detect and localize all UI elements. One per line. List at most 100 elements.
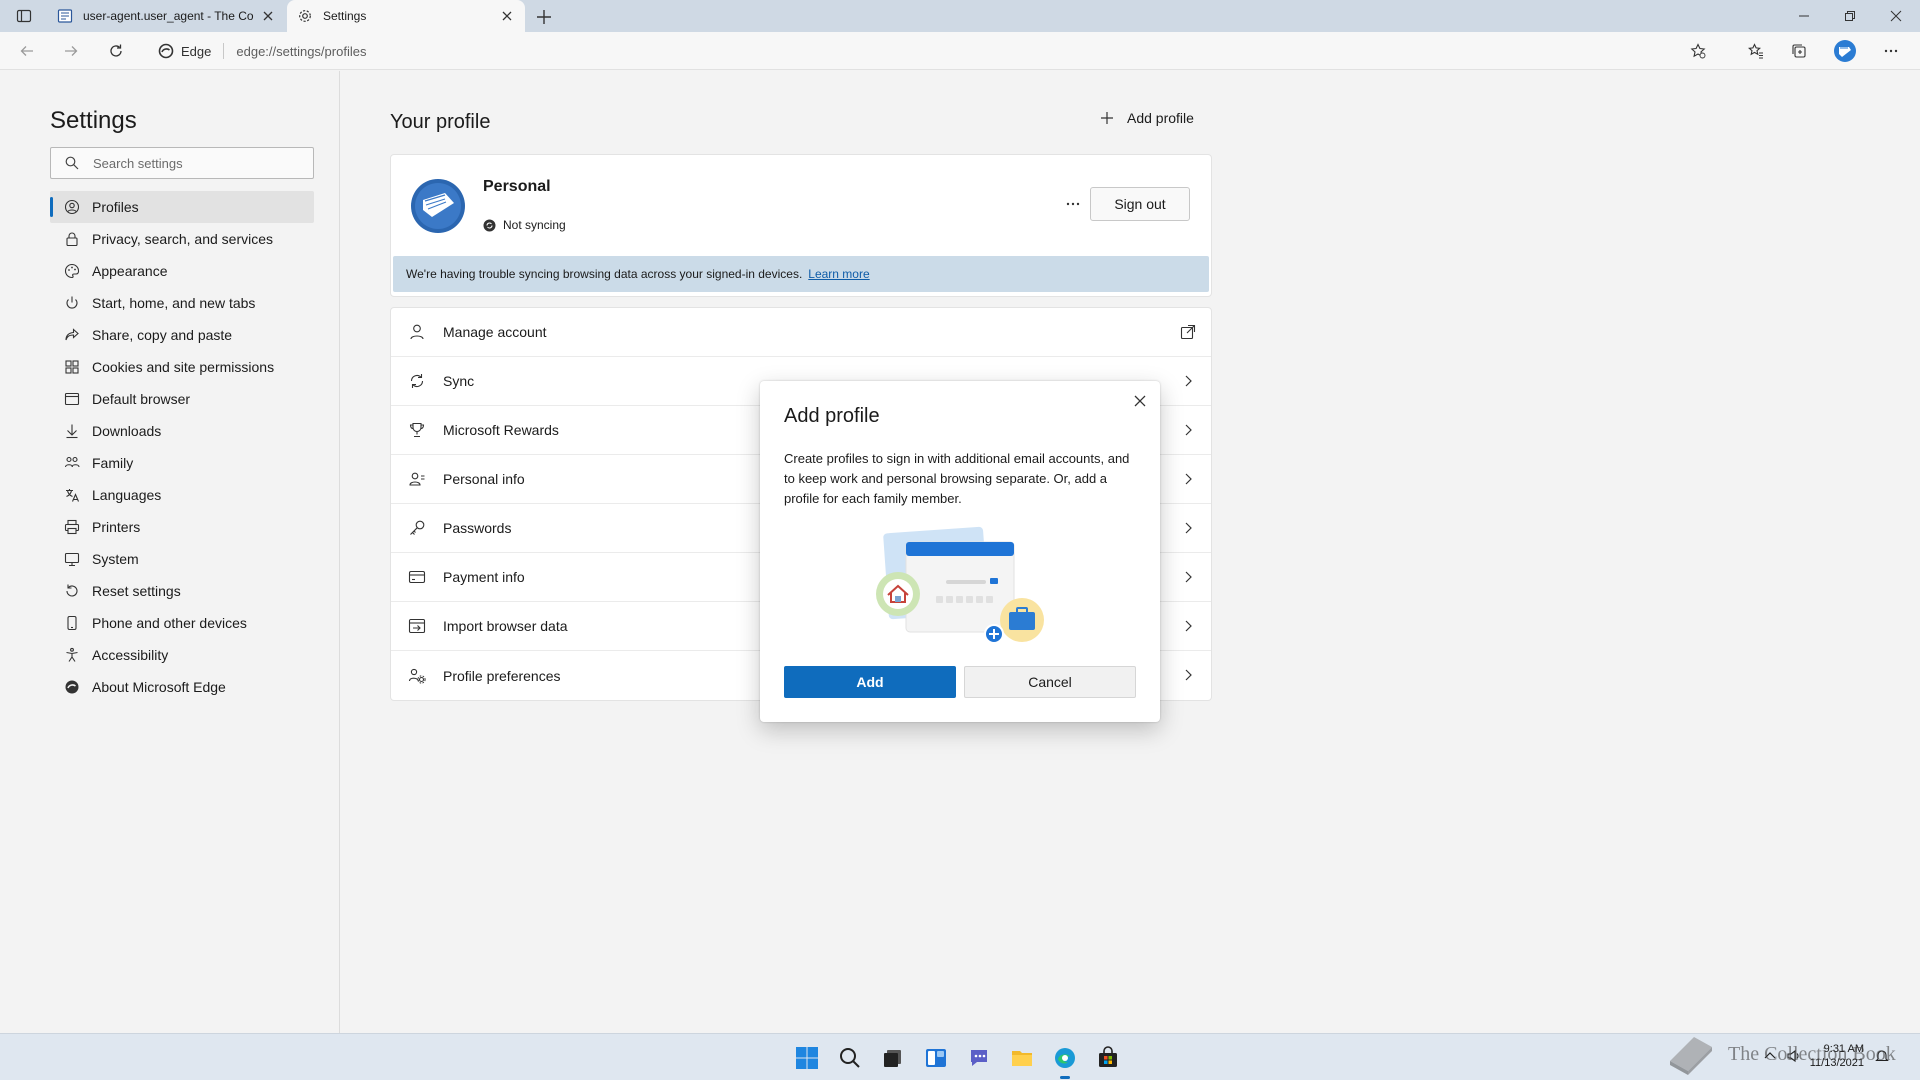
sidebar-item-downloads[interactable]: Downloads	[50, 415, 314, 447]
arrow-left-icon	[20, 46, 33, 56]
page-title: Your profile	[390, 111, 491, 133]
book-icon	[1670, 1037, 1712, 1075]
favorites-icon	[1748, 43, 1763, 59]
book-icon	[57, 9, 73, 23]
chevron-right-icon	[1185, 522, 1192, 534]
close-tab-icon[interactable]	[499, 8, 515, 24]
edge-icon	[65, 680, 79, 694]
sidebar-item-default-browser[interactable]: Default browser	[50, 383, 314, 415]
settings-search[interactable]	[50, 147, 314, 179]
search-input[interactable]	[93, 155, 293, 171]
sync-warning-text: We're having trouble syncing browsing da…	[406, 267, 803, 281]
sidebar-item-label: Printers	[92, 519, 141, 535]
sidebar-item-appearance[interactable]: Appearance	[50, 255, 314, 287]
edge-taskbar-button[interactable]	[1051, 1044, 1079, 1079]
widgets-button[interactable]	[922, 1044, 950, 1072]
site-label: Edge	[181, 43, 212, 59]
close-icon[interactable]	[1130, 391, 1150, 411]
address-bar[interactable]: Edge edge://settings/profiles	[148, 35, 1716, 67]
browser-icon	[64, 392, 80, 406]
add-favorite-icon[interactable]	[1690, 43, 1706, 59]
tab-settings[interactable]: Settings	[287, 0, 525, 32]
edge-icon	[158, 43, 174, 59]
refresh-button[interactable]	[104, 39, 128, 63]
start-button[interactable]	[793, 1044, 821, 1072]
refresh-icon	[110, 44, 122, 57]
forward-button[interactable]	[59, 39, 83, 63]
system-icon	[64, 552, 80, 567]
browser-toolbar: Edge edge://settings/profiles	[0, 32, 1920, 70]
close-tab-icon[interactable]	[260, 8, 276, 24]
sidebar-item-privacy[interactable]: Privacy, search, and services	[50, 223, 314, 255]
minimize-button[interactable]	[1781, 0, 1827, 32]
profile-card: Personal Not syncing Sign out We're havi…	[390, 154, 1212, 297]
family-icon	[64, 456, 80, 468]
grid-icon	[65, 360, 79, 374]
add-profile-button[interactable]: Add profile	[1099, 110, 1194, 126]
learn-more-link[interactable]: Learn more	[808, 267, 869, 281]
sync-status-text: Not syncing	[503, 218, 566, 232]
sidebar-item-share[interactable]: Share, copy and paste	[50, 319, 314, 351]
sidebar-item-languages[interactable]: Languages	[50, 479, 314, 511]
chevron-right-icon	[1185, 620, 1192, 632]
import-icon	[408, 618, 426, 634]
address-separator	[223, 43, 225, 59]
sidebar-item-phone[interactable]: Phone and other devices	[50, 607, 314, 639]
power-icon	[66, 296, 78, 309]
row-label: Personal info	[443, 471, 525, 487]
back-button[interactable]	[15, 39, 39, 63]
sidebar-item-label: Cookies and site permissions	[92, 359, 275, 375]
chevron-right-icon	[1185, 571, 1192, 583]
row-label: Passwords	[443, 520, 512, 536]
profile-more-button[interactable]	[1061, 192, 1085, 216]
contact-icon	[409, 472, 425, 486]
arrow-right-icon	[65, 46, 78, 56]
add-profile-illustration	[876, 526, 1044, 644]
sidebar-item-family[interactable]: Family	[50, 447, 314, 479]
sidebar-item-label: Phone and other devices	[92, 615, 247, 631]
store-button[interactable]	[1094, 1044, 1122, 1072]
task-view-button[interactable]	[879, 1044, 907, 1072]
file-explorer-button[interactable]	[1008, 1044, 1036, 1072]
tab-actions-menu-icon[interactable]	[8, 4, 40, 28]
sidebar-item-system[interactable]: System	[50, 543, 314, 575]
settings-title: Settings	[50, 107, 137, 134]
cancel-button[interactable]: Cancel	[964, 666, 1136, 698]
row-manage-account[interactable]: Manage account	[391, 308, 1211, 357]
sidebar-item-start-home[interactable]: Start, home, and new tabs	[50, 287, 314, 319]
search-icon	[65, 156, 79, 170]
profile-button[interactable]	[1833, 39, 1857, 63]
minimize-icon	[1799, 15, 1809, 17]
sidebar-item-about[interactable]: About Microsoft Edge	[50, 671, 314, 703]
sidebar-item-label: Accessibility	[92, 647, 169, 663]
collections-button[interactable]	[1787, 39, 1811, 63]
sidebar-item-printers[interactable]: Printers	[50, 511, 314, 543]
trophy-icon	[409, 422, 425, 438]
restore-button[interactable]	[1827, 0, 1873, 32]
url-text[interactable]: edge://settings/profiles	[236, 44, 366, 59]
plus-icon	[1101, 112, 1113, 124]
close-window-button[interactable]	[1873, 0, 1919, 32]
sync-icon	[410, 374, 424, 388]
settings-more-button[interactable]	[1879, 39, 1903, 63]
settings-nav: Profiles Privacy, search, and services A…	[50, 191, 314, 703]
tab-user-agent[interactable]: user-agent.user_agent - The Coll	[47, 0, 286, 32]
sidebar-item-reset[interactable]: Reset settings	[50, 575, 314, 607]
plus-icon	[537, 10, 551, 24]
taskbar-search-button[interactable]	[836, 1044, 864, 1072]
new-tab-button[interactable]	[533, 6, 555, 28]
profile-icon	[64, 199, 80, 215]
store-icon	[1099, 1046, 1117, 1067]
sidebar-item-label: Default browser	[92, 391, 191, 407]
favorites-button[interactable]	[1744, 39, 1768, 63]
add-button[interactable]: Add	[784, 666, 956, 698]
teams-chat-button[interactable]	[965, 1044, 993, 1072]
sidebar-item-accessibility[interactable]: Accessibility	[50, 639, 314, 671]
chat-icon	[971, 1050, 987, 1066]
sidebar-item-profiles[interactable]: Profiles	[50, 191, 314, 223]
row-label: Payment info	[443, 569, 525, 585]
sidebar-item-cookies[interactable]: Cookies and site permissions	[50, 351, 314, 383]
sign-out-button[interactable]: Sign out	[1090, 187, 1190, 221]
share-icon	[65, 328, 79, 341]
row-label: Import browser data	[443, 618, 568, 634]
